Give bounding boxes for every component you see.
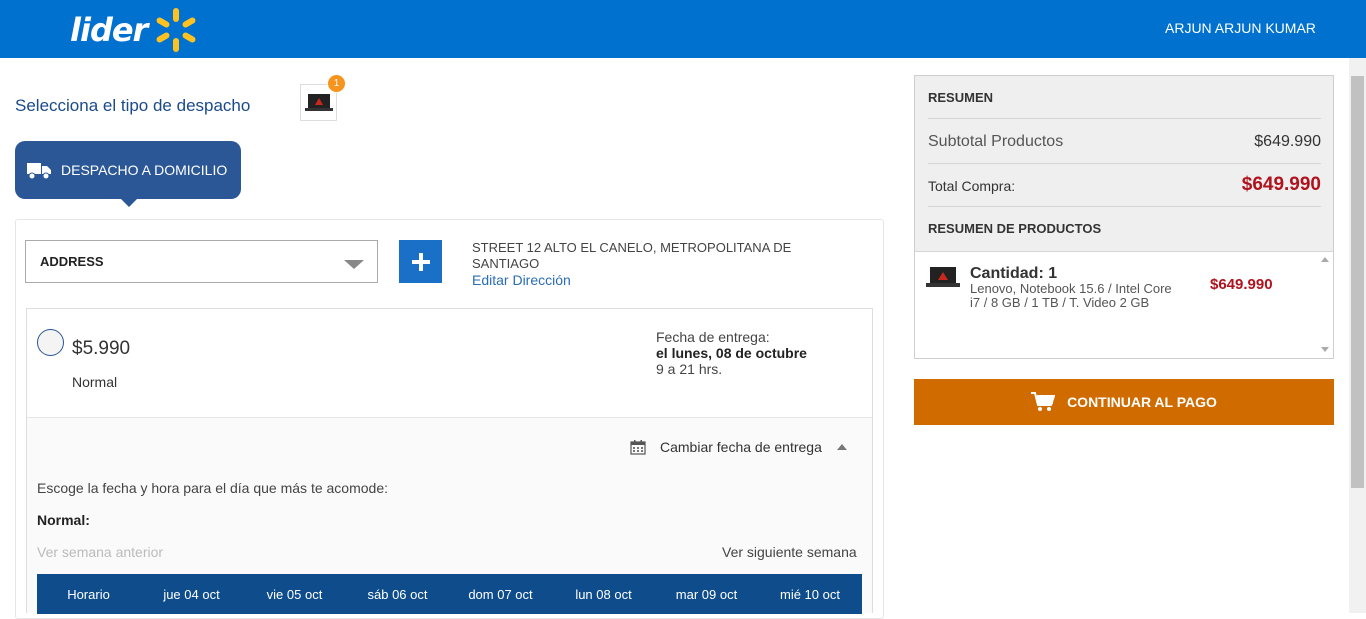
product-price: $649.990 (1210, 276, 1273, 293)
schedule-instruction: Escoge la fecha y hora para el día que m… (37, 480, 388, 496)
delivery-hours: 9 a 21 hrs. (656, 361, 723, 377)
schedule-header-cell: sáb 06 oct (367, 586, 428, 602)
top-bar: lider ARJUN ARJUN KUMAR (0, 0, 1366, 58)
schedule-header-cell: lun 08 oct (575, 586, 632, 602)
delivery-label: Fecha de entrega: (656, 329, 770, 345)
divider (928, 163, 1321, 164)
cart-icon (1031, 392, 1056, 411)
address-select-value: ADDRESS (40, 254, 104, 269)
cart-count-badge: 1 (327, 74, 346, 93)
spark-icon (156, 8, 196, 52)
address-text: STREET 12 ALTO EL CANELO, METROPOLITANA … (472, 240, 792, 271)
delivery-info: Fecha de entrega: el lunes, 08 de octubr… (656, 329, 807, 377)
schedule-header-cell: dom 07 oct (468, 586, 533, 602)
schedule-header-cell: mar 09 oct (675, 586, 738, 602)
schedule-header-row: Horario jue 04 oct vie 05 oct sáb 06 oct… (37, 574, 862, 614)
schedule-header-cell: vie 05 oct (266, 586, 323, 602)
page-scrollbar[interactable] (1349, 58, 1366, 613)
shipping-option-name: Normal (72, 374, 118, 390)
page-title: Selecciona el tipo de despacho (15, 96, 251, 115)
shipping-price: $5.990 (72, 338, 131, 359)
scroll-down-icon[interactable] (1321, 347, 1329, 352)
chevron-down-icon (344, 260, 364, 269)
logo-text: lider (70, 11, 148, 49)
plus-icon (411, 252, 430, 271)
continue-to-payment-label: CONTINUAR AL PAGO (1067, 394, 1217, 410)
add-address-button[interactable] (399, 240, 442, 283)
calendar-icon (630, 440, 646, 455)
product-list-scrollbar[interactable] (1317, 252, 1332, 357)
products-summary-title: RESUMEN DE PRODUCTOS (928, 221, 1102, 236)
tab-label: DESPACHO A DOMICILIO (61, 162, 228, 178)
schedule-type-heading: Normal: (37, 512, 90, 528)
chevron-up-icon (836, 444, 847, 450)
next-week-link[interactable]: Ver siguiente semana (722, 544, 857, 560)
user-name[interactable]: ARJUN ARJUN KUMAR (1165, 20, 1316, 36)
schedule-header-cell: jue 04 oct (163, 586, 220, 602)
product-description: Lenovo, Notebook 15.6 / Intel Core i7 / … (970, 281, 1172, 310)
scroll-up-icon[interactable] (1321, 257, 1329, 262)
subtotal-value: $649.990 (1254, 133, 1321, 150)
lider-logo[interactable]: lider (70, 8, 201, 52)
divider (27, 417, 872, 418)
total-value: $649.990 (1241, 174, 1321, 195)
address-select[interactable]: ADDRESS (25, 240, 378, 283)
total-label: Total Compra: (928, 178, 1016, 194)
truck-icon (27, 163, 51, 180)
continue-to-payment-button[interactable]: CONTINUAR AL PAGO (914, 379, 1334, 425)
divider (928, 206, 1321, 207)
scrollbar-thumb[interactable] (1351, 76, 1364, 488)
divider (928, 118, 1321, 119)
laptop-icon (304, 93, 333, 111)
summary-title: RESUMEN (928, 90, 994, 105)
delivery-date: el lunes, 08 de octubre (656, 345, 807, 361)
tab-home-delivery[interactable]: DESPACHO A DOMICILIO (15, 141, 241, 207)
schedule-header-cell: mié 10 oct (780, 586, 840, 602)
edit-address-link[interactable]: Editar Dirección (472, 272, 571, 288)
change-date-toggle[interactable]: Cambiar fecha de entrega (630, 439, 847, 455)
schedule-header-cell: Horario (67, 586, 110, 602)
subtotal-label: Subtotal Productos (928, 133, 1064, 150)
shipping-option-radio[interactable] (37, 329, 64, 356)
product-laptop-icon (926, 267, 960, 287)
previous-week-link[interactable]: Ver semana anterior (37, 544, 163, 560)
change-date-label: Cambiar fecha de entrega (660, 439, 822, 455)
